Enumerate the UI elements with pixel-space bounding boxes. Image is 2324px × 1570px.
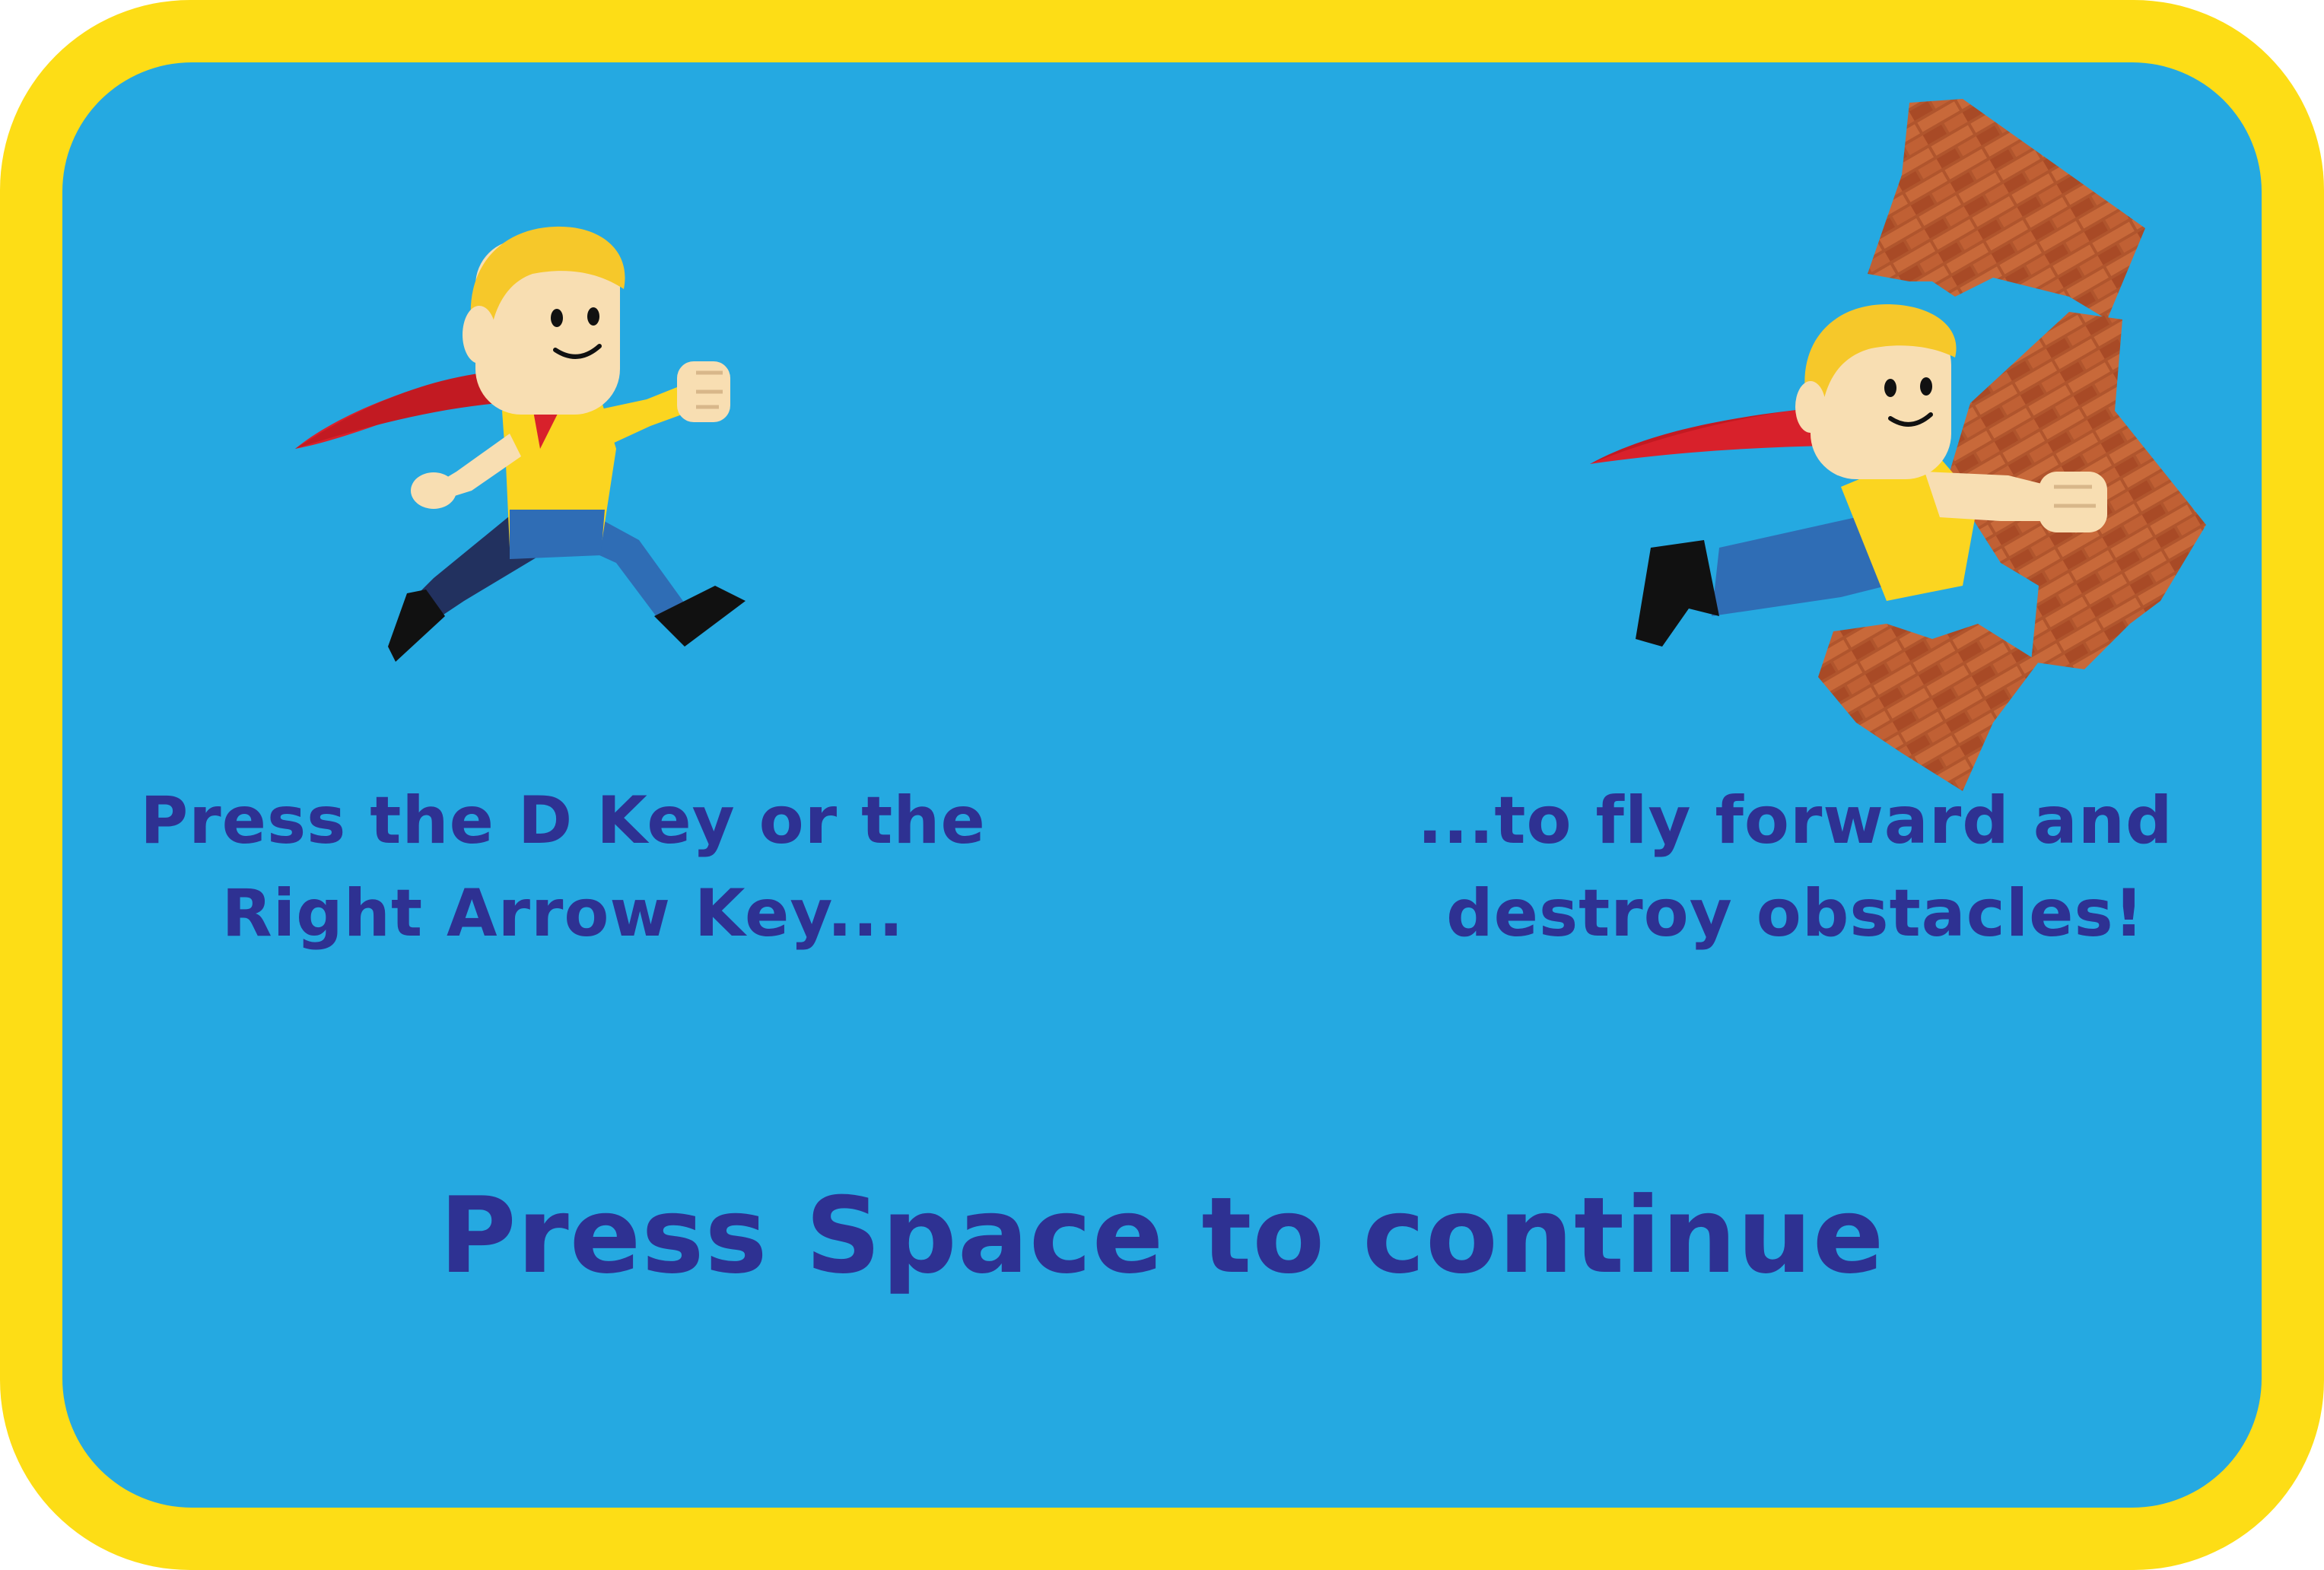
flying-hero-icon	[1590, 99, 2206, 791]
instruction-right: ...to fly forward and destroy obstacles!	[1346, 774, 2244, 960]
continue-prompt[interactable]: Press Space to continue	[0, 1171, 2324, 1301]
instruction-left: Press the D Key or the Right Arrow Key..…	[114, 774, 1012, 960]
instruction-right-line1: ...to fly forward and	[1417, 783, 2173, 859]
running-hero-icon	[295, 226, 746, 662]
instruction-left-line2: Right Arrow Key...	[221, 876, 904, 952]
instruction-left-line1: Press the D Key or the	[140, 783, 986, 859]
instruction-right-line2: destroy obstacles!	[1446, 876, 2144, 952]
